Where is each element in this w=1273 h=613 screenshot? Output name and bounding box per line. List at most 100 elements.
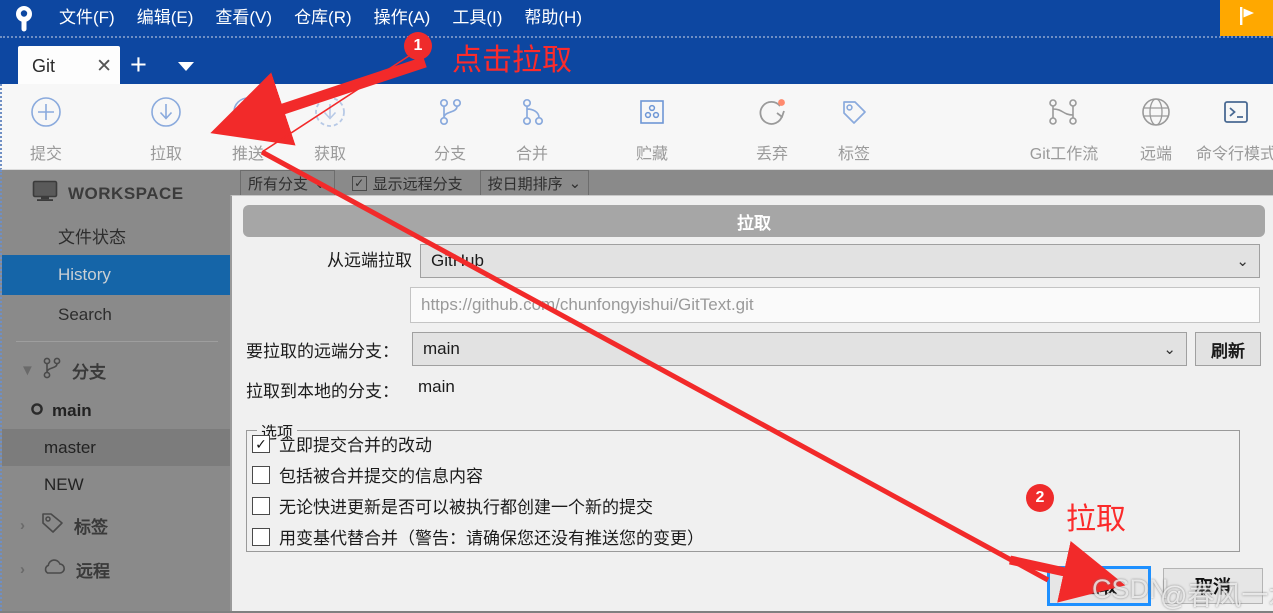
gitflow-icon <box>1043 90 1085 134</box>
toolbar-remote[interactable]: 远端 <box>1112 90 1200 164</box>
option-include-merged-messages[interactable]: 包括被合并提交的信息内容 <box>252 462 483 487</box>
option-always-create-commit[interactable]: 无论快进更新是否可以被执行都创建一个新的提交 <box>252 493 653 518</box>
workspace-header: WORKSPACE <box>2 170 232 215</box>
remote-select[interactable]: GitHub ⌄ <box>420 244 1260 278</box>
option-label: 包括被合并提交的信息内容 <box>279 467 483 486</box>
refresh-button-label: 刷新 <box>1211 341 1245 361</box>
sidebar-group-tags[interactable]: › 标签 <box>2 503 232 547</box>
merge-icon <box>514 90 550 134</box>
commit-plus-circle-icon <box>28 90 64 134</box>
tab-strip: Git ✕ + <box>0 36 1273 86</box>
menu-actions[interactable]: 操作(A) <box>363 0 442 36</box>
menu-repository[interactable]: 仓库(R) <box>283 0 363 36</box>
tag-icon <box>41 512 65 539</box>
menu-bar: 文件(F) 编辑(E) 查看(V) 仓库(R) 操作(A) 工具(I) 帮助(H… <box>0 0 1273 36</box>
flag-button[interactable] <box>1220 0 1273 36</box>
local-branch-label-wrap: 拉取到本地的分支： <box>246 377 399 402</box>
refresh-button[interactable]: 刷新 <box>1195 332 1261 366</box>
pull-arrow-down-icon <box>148 90 184 134</box>
remote-branch-label: 要拉取的远端分支： <box>246 342 399 361</box>
chevron-down-icon: ⌄ <box>568 175 582 192</box>
discard-refresh-icon <box>754 90 790 134</box>
branch-icon <box>432 90 468 134</box>
remote-url-field[interactable]: https://github.com/chunfongyishui/GitTex… <box>410 287 1260 323</box>
option-commit-merged-changes[interactable]: ✓ 立即提交合并的改动 <box>252 431 432 456</box>
branch-icon <box>41 356 63 385</box>
toolbar-tag[interactable]: 标签 <box>810 90 898 164</box>
toolbar-branch[interactable]: 分支 <box>406 90 494 164</box>
plus-icon[interactable]: + <box>130 50 147 80</box>
toolbar-discard-label: 丢弃 <box>755 146 788 163</box>
toolbar-pull[interactable]: 拉取 <box>122 90 210 164</box>
menu-help[interactable]: 帮助(H) <box>513 0 593 36</box>
sidebar-item-label: History <box>58 265 111 284</box>
remote-branch-label-wrap: 要拉取的远端分支： <box>246 337 399 362</box>
toolbar-branch-label: 分支 <box>433 146 466 163</box>
toolbar-stash[interactable]: 贮藏 <box>608 90 696 164</box>
toolbar-tag-label: 标签 <box>837 146 870 163</box>
toolbar-push-label: 推送 <box>231 146 264 163</box>
sidebar-item-file-status[interactable]: 文件状态 <box>2 215 232 255</box>
history-filter-row: 所有分支 ⌄ ✓ 显示远程分支 按日期排序 ⌄ <box>240 170 590 196</box>
sidebar-item-history[interactable]: History <box>2 255 232 295</box>
tag-icon <box>836 90 872 134</box>
tab-git[interactable]: Git ✕ <box>18 46 120 86</box>
push-arrow-up-icon <box>230 90 266 134</box>
sidebar-group-label: 分支 <box>72 362 106 382</box>
pull-confirm-label: 拉取 <box>1081 577 1117 597</box>
close-icon[interactable]: ✕ <box>96 57 112 76</box>
flag-icon <box>1235 4 1259 33</box>
toolbar-fetch-label: 获取 <box>313 146 346 163</box>
toolbar-fetch[interactable]: 获取 <box>286 90 374 164</box>
toolbar-push[interactable]: 推送 <box>204 90 292 164</box>
monitor-icon <box>32 180 58 207</box>
toolbar-gitflow[interactable]: Git工作流 <box>1020 90 1108 164</box>
chevron-down-icon[interactable] <box>178 62 194 71</box>
toolbar-gitflow-label: Git工作流 <box>1029 146 1099 163</box>
menu-tools[interactable]: 工具(I) <box>441 0 513 36</box>
sidebar-branch-new[interactable]: NEW <box>2 466 232 503</box>
menu-file[interactable]: 文件(F) <box>48 0 126 36</box>
sidebar-group-remotes[interactable]: › 远程 <box>2 547 232 591</box>
toolbar-terminal-label: 命令行模式 <box>1195 146 1273 163</box>
chevron-down-icon: ⌄ <box>1163 341 1176 358</box>
pull-confirm-button[interactable]: 拉取 <box>1047 566 1151 606</box>
cloud-icon <box>41 557 67 582</box>
app-logo-icon <box>0 0 48 36</box>
sidebar-group-label: 标签 <box>74 517 108 537</box>
terminal-icon <box>1218 90 1254 134</box>
checkbox-box <box>252 465 270 484</box>
toolbar-terminal[interactable]: 命令行模式 <box>1192 90 1273 164</box>
local-branch-value: main <box>418 377 455 396</box>
sidebar-item-search[interactable]: Search <box>2 295 232 335</box>
toolbar-commit[interactable]: 提交 <box>2 90 90 164</box>
chevron-down-icon: ▼ <box>20 361 35 379</box>
globe-icon <box>1138 90 1174 134</box>
chevron-down-icon: ⌄ <box>1236 253 1249 270</box>
sidebar-group-branches[interactable]: ▼ 分支 <box>2 348 232 392</box>
checkbox-box: ✓ <box>252 434 270 453</box>
toolbar-merge[interactable]: 合并 <box>488 90 576 164</box>
option-rebase-instead-of-merge[interactable]: 用变基代替合并（警告：请确保您还没有推送您的变更） <box>252 524 704 549</box>
remote-label: 从远端拉取 <box>327 251 412 270</box>
menu-edit[interactable]: 编辑(E) <box>126 0 205 36</box>
remote-branch-select[interactable]: main ⌄ <box>412 332 1187 366</box>
sidebar-branch-master[interactable]: master <box>2 429 232 466</box>
toolbar-discard[interactable]: 丢弃 <box>728 90 816 164</box>
dialog-title: 拉取 <box>243 205 1265 237</box>
sort-order-dropdown[interactable]: 按日期排序 ⌄ <box>479 170 590 196</box>
remote-url-text: https://github.com/chunfongyishui/GitTex… <box>421 295 754 314</box>
branch-filter-dropdown[interactable]: 所有分支 ⌄ <box>240 170 335 196</box>
checkbox-box <box>252 496 270 515</box>
cancel-button[interactable]: 取消 <box>1163 568 1263 604</box>
show-remote-branches-checkbox[interactable]: ✓ 显示远程分支 <box>344 170 470 196</box>
remote-select-value: GitHub <box>431 251 484 270</box>
checkbox-box <box>252 527 270 546</box>
chevron-right-icon: › <box>20 516 25 534</box>
sidebar: WORKSPACE 文件状态 History Search ▼ 分支 main … <box>2 170 232 611</box>
sidebar-branch-main[interactable]: main <box>2 392 232 429</box>
sidebar-branch-label: main <box>52 400 92 420</box>
checkbox-box: ✓ <box>351 175 367 191</box>
toolbar-stash-label: 贮藏 <box>635 146 668 163</box>
menu-view[interactable]: 查看(V) <box>204 0 283 36</box>
